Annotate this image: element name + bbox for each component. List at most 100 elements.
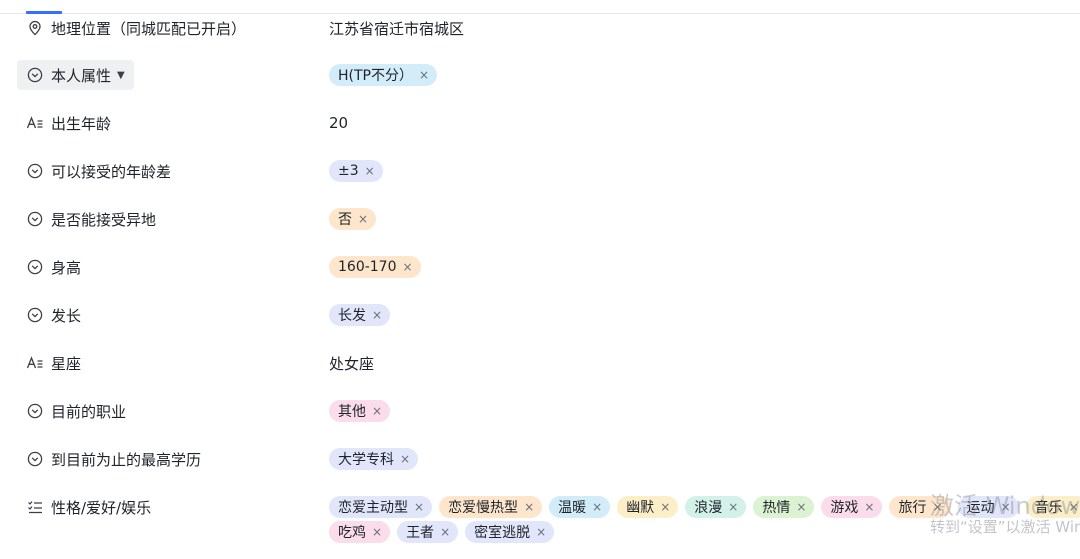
tag-text: 否: [338, 212, 352, 228]
field-label-age-gap[interactable]: 可以接受的年龄差: [17, 156, 180, 186]
tag-text: 密室逃脱: [474, 525, 531, 541]
circle-chevron-icon: [26, 66, 44, 84]
dropdown-caret-icon[interactable]: ▼: [117, 70, 125, 81]
tag-text: 幽默: [626, 500, 655, 516]
field-value-long-distance: 否 ×: [329, 204, 377, 234]
remove-tag-icon[interactable]: ×: [372, 525, 382, 539]
circle-chevron-icon: [26, 450, 44, 468]
multi-select-icon: [26, 498, 44, 516]
remove-tag-icon[interactable]: ×: [592, 500, 602, 514]
remove-tag-icon[interactable]: ×: [403, 260, 413, 274]
tag-text: 160-170: [338, 259, 397, 275]
remove-tag-icon[interactable]: ×: [414, 500, 424, 514]
field-row-hobbies: 性格/爱好/娱乐 恋爱主动型 × 恋爱慢热型 × 温暖 × 幽默 × 浪漫 × 热情 × 游…: [0, 492, 1080, 552]
field-row-age-gap: 可以接受的年龄差 ±3 ×: [0, 156, 1080, 186]
remove-tag-icon[interactable]: ×: [400, 452, 410, 466]
field-label-hobbies[interactable]: 性格/爱好/娱乐: [17, 492, 160, 522]
remove-tag-icon[interactable]: ×: [358, 212, 368, 226]
text-field-icon: [26, 114, 44, 132]
tag-text: 长发: [338, 308, 366, 324]
field-row-long-distance: 是否能接受异地 否 ×: [0, 204, 1080, 234]
field-row-height: 身高 160-170 ×: [0, 252, 1080, 282]
remove-tag-icon[interactable]: ×: [372, 308, 382, 322]
field-label-education[interactable]: 到目前为止的最高学历: [17, 444, 210, 474]
field-label-text: 性格/爱好/娱乐: [51, 498, 152, 517]
option-tag[interactable]: 游戏 ×: [821, 496, 883, 518]
option-tag[interactable]: 其他 ×: [329, 400, 391, 422]
option-tag[interactable]: ±3 ×: [329, 160, 383, 182]
field-value-age-gap: ±3 ×: [329, 156, 383, 186]
field-label-self-attr[interactable]: 本人属性 ▼: [17, 60, 134, 90]
tag-text: 旅行: [898, 500, 927, 516]
location-pin-icon: [26, 19, 44, 37]
field-label-zodiac[interactable]: 星座: [17, 348, 90, 378]
field-label-text: 本人属性: [51, 66, 112, 85]
remove-tag-icon[interactable]: ×: [536, 525, 546, 539]
field-label-birth-age[interactable]: 出生年龄: [17, 108, 120, 138]
circle-chevron-icon: [26, 306, 44, 324]
tag-text: 恋爱慢热型: [448, 500, 519, 516]
field-row-hair: 发长 长发 ×: [0, 300, 1080, 330]
field-label-height[interactable]: 身高: [17, 252, 90, 282]
remove-tag-icon[interactable]: ×: [372, 404, 382, 418]
option-tag[interactable]: 热情 ×: [753, 496, 815, 518]
field-label-text: 是否能接受异地: [51, 210, 157, 229]
remove-tag-icon[interactable]: ×: [796, 500, 806, 514]
remove-tag-icon[interactable]: ×: [365, 164, 375, 178]
field-label-text: 可以接受的年龄差: [51, 162, 172, 181]
option-tag[interactable]: 幽默 ×: [617, 496, 679, 518]
text-field-icon: [26, 354, 44, 372]
field-value-location[interactable]: 江苏省宿迁市宿城区: [329, 13, 464, 43]
field-label-text: 发长: [51, 306, 82, 325]
field-value-hair: 长发 ×: [329, 300, 391, 330]
tag-text: H(TP不分）: [338, 68, 413, 84]
tag-text: 热情: [762, 500, 791, 516]
remove-tag-icon[interactable]: ×: [419, 68, 429, 82]
field-value-birth-age[interactable]: 20: [329, 108, 348, 138]
option-tag[interactable]: 160-170 ×: [329, 256, 421, 278]
field-value-job: 其他 ×: [329, 396, 391, 426]
tag-text: ±3: [338, 163, 359, 179]
windows-activation-watermark-hint: 转到“设置”以激活 Windows。: [930, 518, 1080, 536]
field-label-text: 出生年龄: [51, 114, 112, 133]
field-label-long-distance[interactable]: 是否能接受异地: [17, 204, 165, 234]
field-row-zodiac: 星座 处女座: [0, 348, 1080, 378]
circle-chevron-icon: [26, 162, 44, 180]
option-tag[interactable]: 王者 ×: [397, 521, 459, 543]
option-tag[interactable]: 密室逃脱 ×: [465, 521, 555, 543]
option-tag[interactable]: 恋爱慢热型 ×: [439, 496, 543, 518]
option-tag[interactable]: 否 ×: [329, 208, 377, 230]
field-label-text: 地理位置（同城匹配已开启）: [51, 19, 247, 38]
circle-chevron-icon: [26, 402, 44, 420]
option-tag[interactable]: 大学专科 ×: [329, 448, 419, 470]
field-label-job[interactable]: 目前的职业: [17, 396, 135, 426]
field-label-text: 星座: [51, 354, 82, 373]
option-tag[interactable]: H(TP不分） ×: [329, 64, 438, 86]
tag-text: 大学专科: [338, 452, 394, 468]
option-tag[interactable]: 吃鸡 ×: [329, 521, 391, 543]
field-label-text: 目前的职业: [51, 402, 127, 421]
field-label-location[interactable]: 地理位置（同城匹配已开启）: [17, 13, 255, 43]
option-tag[interactable]: 恋爱主动型 ×: [329, 496, 433, 518]
tag-text: 浪漫: [694, 500, 723, 516]
remove-tag-icon[interactable]: ×: [524, 500, 534, 514]
remove-tag-icon[interactable]: ×: [864, 500, 874, 514]
circle-chevron-icon: [26, 210, 44, 228]
field-row-education: 到目前为止的最高学历 大学专科 ×: [0, 444, 1080, 474]
option-tag[interactable]: 温暖 ×: [549, 496, 611, 518]
option-tag[interactable]: 长发 ×: [329, 304, 391, 326]
field-row-location: 地理位置（同城匹配已开启） 江苏省宿迁市宿城区: [0, 13, 1080, 43]
circle-chevron-icon: [26, 258, 44, 276]
remove-tag-icon[interactable]: ×: [440, 525, 450, 539]
tag-text: 游戏: [830, 500, 859, 516]
remove-tag-icon[interactable]: ×: [728, 500, 738, 514]
field-label-text: 到目前为止的最高学历: [51, 450, 202, 469]
tag-text: 吃鸡: [338, 525, 366, 541]
field-value-height: 160-170 ×: [329, 252, 421, 282]
field-label-hair[interactable]: 发长: [17, 300, 90, 330]
tag-text: 恋爱主动型: [338, 500, 408, 516]
remove-tag-icon[interactable]: ×: [660, 500, 670, 514]
field-value-zodiac[interactable]: 处女座: [329, 348, 374, 378]
tag-text: 温暖: [558, 500, 587, 516]
option-tag[interactable]: 浪漫 ×: [685, 496, 747, 518]
